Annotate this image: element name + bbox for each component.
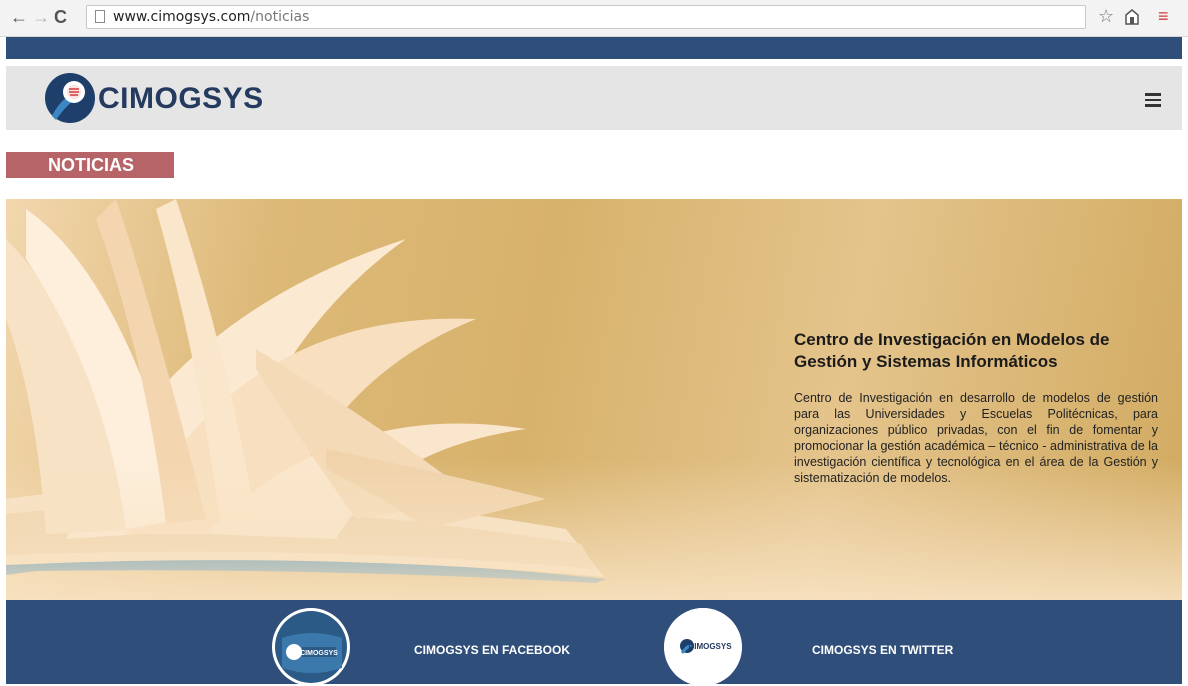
- twitter-badge[interactable]: CIMOGSYS: [664, 608, 742, 686]
- reload-icon[interactable]: C: [54, 7, 67, 27]
- fb-badge-text: CIMOGSYS: [300, 650, 338, 657]
- social-footer: CIMOGSYS CIMOGSYS EN FACEBOOK CIMOGSYS C…: [6, 600, 1182, 686]
- forward-icon[interactable]: →: [32, 7, 50, 27]
- browser-menu-icon[interactable]: ≡: [1158, 6, 1169, 27]
- hero-title: Centro de Investigación en Modelos de Ge…: [794, 330, 1110, 371]
- url-path: /noticias: [250, 9, 310, 25]
- hamburger-menu-icon[interactable]: [1145, 93, 1161, 107]
- address-bar[interactable]: www.cimogsys.com/noticias: [86, 5, 1086, 29]
- extension-icon[interactable]: [1124, 8, 1140, 25]
- twitter-link[interactable]: CIMOGSYS EN TWITTER: [812, 643, 953, 657]
- brand-name[interactable]: CIMOGSYS: [98, 82, 264, 116]
- page-icon: [95, 10, 105, 23]
- facebook-link[interactable]: CIMOGSYS EN FACEBOOK: [414, 643, 570, 657]
- site-top-bar: [6, 37, 1182, 59]
- site-header: CIMOGSYS: [6, 66, 1182, 130]
- url-host: www.cimogsys.com: [113, 9, 251, 25]
- bookmark-star-icon[interactable]: ☆: [1098, 6, 1114, 27]
- back-icon[interactable]: ←: [10, 7, 28, 27]
- hero-banner: Centro de Investigación en Modelos de Ge…: [6, 199, 1182, 600]
- hero-description: Centro de Investigación en desarrollo de…: [794, 391, 1158, 485]
- browser-toolbar: ← → C www.cimogsys.com/noticias ☆ ≡: [0, 0, 1188, 37]
- section-title: NOTICIAS: [6, 152, 174, 178]
- facebook-badge-logo-icon: CIMOGSYS: [275, 611, 347, 683]
- url-text[interactable]: www.cimogsys.com/noticias: [113, 9, 309, 25]
- tw-badge-text: CIMOGSYS: [688, 642, 732, 651]
- twitter-badge-logo-icon: CIMOGSYS: [664, 608, 742, 686]
- cimogsys-logo-icon[interactable]: [44, 72, 96, 124]
- facebook-badge[interactable]: CIMOGSYS: [272, 608, 350, 686]
